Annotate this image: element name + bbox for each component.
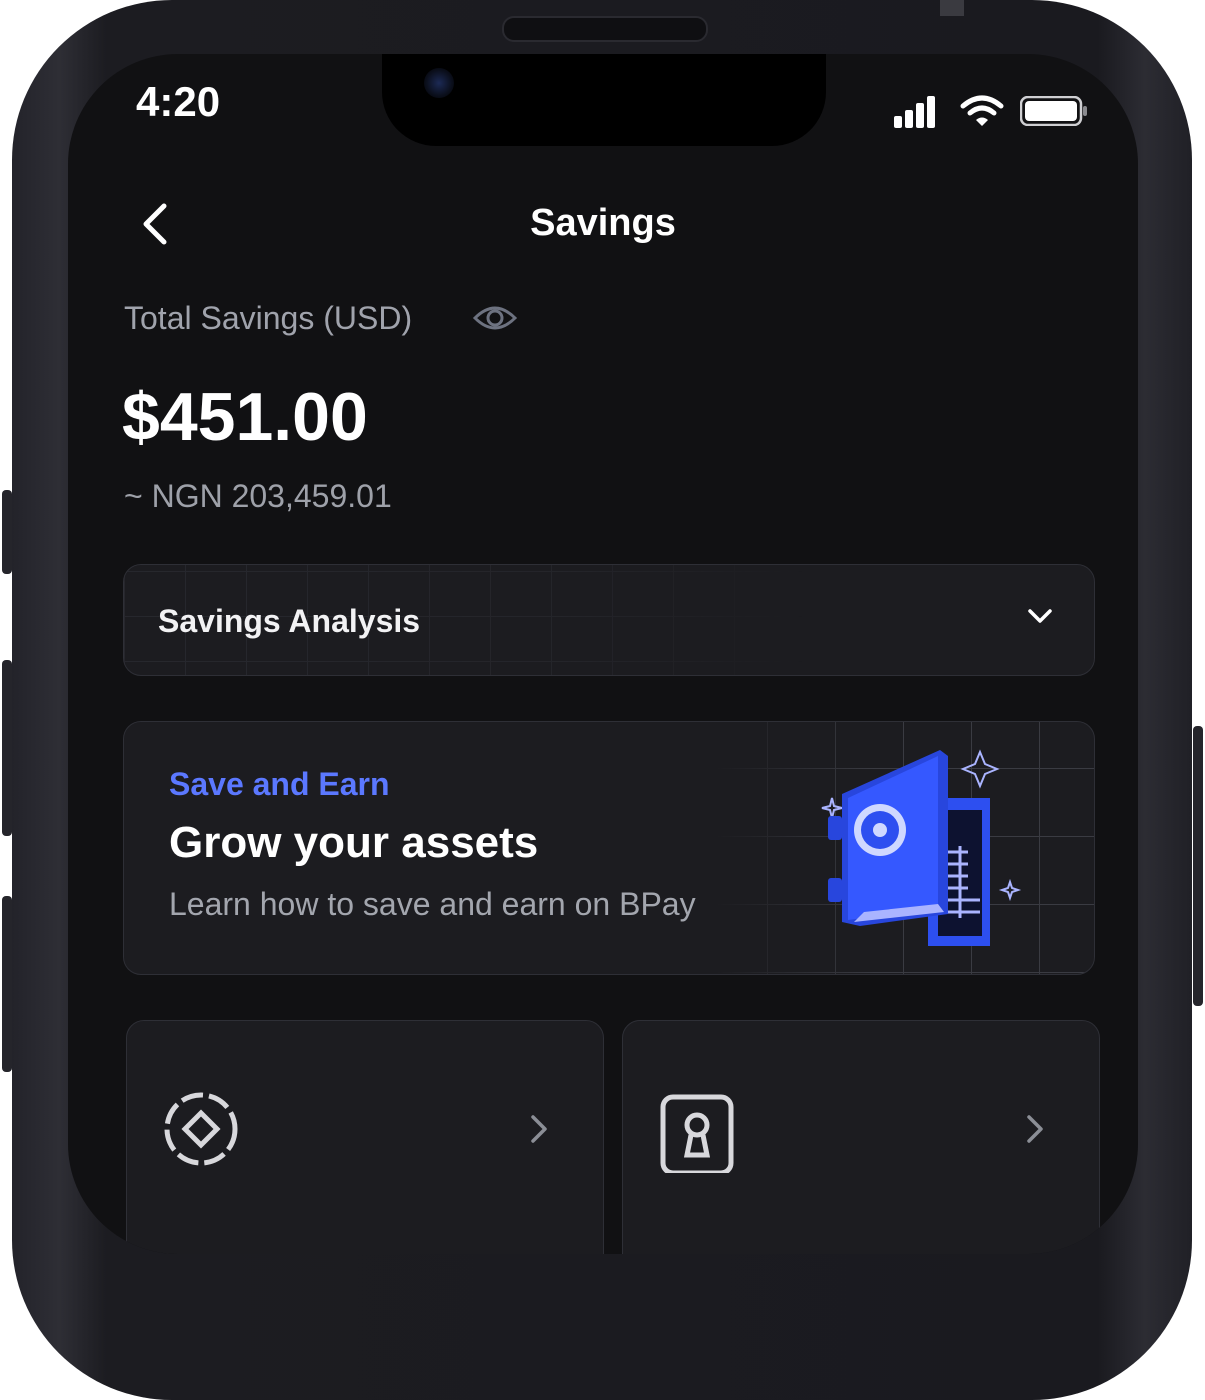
earpiece-speaker [502,16,708,42]
chevron-right-icon [531,1115,547,1143]
converted-amount: ~ NGN 203,459.01 [124,478,392,514]
top-nav-bar: Savings [68,194,1138,254]
volume-up-button [2,660,12,836]
frame-antenna-band [940,0,964,16]
savings-plan-tile-right[interactable] [622,1020,1100,1254]
silent-switch [2,490,12,574]
volume-down-button [2,896,12,1072]
total-savings-label: Total Savings (USD) [124,300,413,336]
vault-safe-icon [821,749,1022,946]
promo-subtitle: Learn how to save and earn on BPay [169,886,696,922]
total-savings-amount: $451.00 [122,379,368,455]
save-and-earn-card[interactable]: Save and Earn Grow your assets Learn how… [123,721,1095,975]
page-title: Savings [530,202,676,244]
chevron-down-icon [1028,609,1052,623]
target-coin-icon [164,1092,238,1166]
power-button [1193,726,1203,1006]
promo-title: Grow your assets [169,818,539,867]
cellular-signal-icon [894,94,936,128]
savings-analysis-dropdown[interactable]: Savings Analysis [123,564,1095,676]
savings-analysis-label: Savings Analysis [158,603,421,639]
notch [382,54,826,146]
wifi-icon [960,95,1004,126]
front-camera [424,68,454,98]
savings-plan-tile-left[interactable] [126,1020,604,1254]
chevron-right-icon [1027,1115,1043,1143]
status-time: 4:20 [136,78,221,125]
battery-icon [1020,96,1087,126]
app-screen: 4:20 Savings Total Savings (USD) $451.00… [68,54,1138,1254]
promo-eyebrow: Save and Earn [169,766,390,802]
lock-safe-icon [660,1094,734,1173]
eye-icon[interactable] [472,300,518,336]
